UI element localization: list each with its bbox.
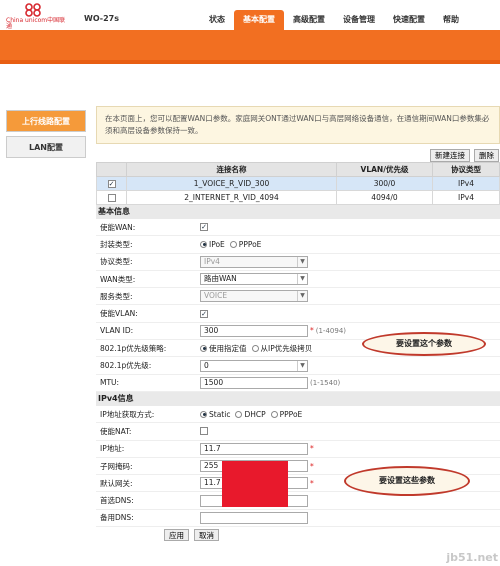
- tab-help[interactable]: 帮助: [434, 10, 468, 30]
- ip-mode-label: IP地址获取方式:: [100, 409, 155, 419]
- policy-specified-label: 使用指定值: [209, 343, 247, 353]
- connection-vlan: 4094/0: [336, 190, 433, 205]
- ip-mode-dhcp-label: DHCP: [244, 409, 266, 419]
- tab-device-management[interactable]: 设备管理: [334, 10, 384, 30]
- required-mark: *: [310, 461, 314, 471]
- sidebar: 上行线路配置 LAN配置: [0, 100, 92, 158]
- connection-protocol: IPv4: [432, 190, 500, 205]
- secondary-dns-label: 备用DNS:: [100, 513, 134, 523]
- table-header-row: 连接名称 VLAN/优先级 协议类型: [96, 162, 500, 177]
- ip-mode-static-label: Static: [209, 409, 231, 419]
- mtu-label: MTU:: [100, 378, 120, 388]
- col-vlan: VLAN/优先级: [336, 162, 433, 177]
- chevron-down-icon: ▼: [297, 360, 307, 371]
- service-type-select[interactable]: VOICE ▼: [200, 290, 308, 303]
- row-checkbox[interactable]: ✓: [107, 180, 116, 188]
- vlan-id-hint: (1-4094): [315, 326, 347, 335]
- table-row[interactable]: ✓ 1_VOICE_R_VID_300 300/0 IPv4: [96, 176, 500, 191]
- required-mark: *: [310, 444, 314, 454]
- ip-address-label: IP地址:: [100, 444, 125, 454]
- redaction-block: [222, 461, 288, 507]
- top-header: China unicom中国联通 WO-27s 状态 基本配置 高级配置 设备管…: [0, 0, 500, 30]
- encap-ipoe-label: IPoE: [209, 239, 225, 249]
- new-connection-button[interactable]: 新建连接: [430, 149, 470, 162]
- priority-label: 802.1p优先级:: [100, 361, 152, 371]
- ip-mode-dhcp-radio[interactable]: [235, 410, 243, 418]
- chevron-down-icon: ▼: [297, 291, 307, 302]
- connection-name: 1_VOICE_R_VID_300: [126, 176, 337, 191]
- unicom-knot-icon: [25, 3, 41, 17]
- enable-nat-label: 使能NAT:: [100, 426, 132, 436]
- main-nav: 状态 基本配置 高级配置 设备管理 快速配置 帮助: [200, 10, 468, 30]
- tab-quick-config[interactable]: 快速配置: [384, 10, 434, 30]
- col-protocol: 协议类型: [432, 162, 500, 177]
- subnet-mask-label: 子网掩码:: [100, 461, 133, 471]
- encap-ipoe-radio[interactable]: [200, 240, 207, 248]
- cancel-button[interactable]: 取消: [194, 529, 219, 542]
- protocol-select[interactable]: IPv4 ▼: [200, 255, 308, 268]
- row-checkbox[interactable]: [107, 194, 116, 202]
- connection-protocol: IPv4: [432, 176, 500, 191]
- encap-pppoe-label: PPPoE: [238, 239, 262, 249]
- vlan-id-label: VLAN ID:: [100, 326, 134, 336]
- priority-select[interactable]: 0 ▼: [200, 359, 308, 372]
- tab-advanced-config[interactable]: 高级配置: [284, 10, 334, 30]
- encap-pppoe-radio[interactable]: [229, 240, 237, 248]
- secondary-dns-input[interactable]: [200, 511, 308, 524]
- default-gateway-label: 默认网关:: [100, 478, 133, 488]
- ip-mode-pppoe-label: PPPoE: [279, 409, 303, 419]
- basic-info-heading: 基本信息: [96, 205, 500, 219]
- primary-dns-label: 首选DNS:: [100, 496, 134, 506]
- required-mark: *: [310, 326, 314, 336]
- wan-connection-table: 连接名称 VLAN/优先级 协议类型 ✓ 1_VOICE_R_VID_300 3…: [96, 162, 500, 205]
- service-type-label: 服务类型:: [100, 291, 133, 301]
- ip-mode-static-radio[interactable]: [200, 410, 207, 418]
- enable-vlan-checkbox[interactable]: ✓: [200, 309, 208, 318]
- mtu-input[interactable]: 1500: [200, 376, 308, 389]
- ip-address-input[interactable]: 11.7: [200, 442, 308, 455]
- tab-basic-config[interactable]: 基本配置: [234, 10, 284, 30]
- delete-button[interactable]: 删除: [474, 149, 499, 162]
- protocol-label: 协议类型:: [100, 257, 133, 267]
- priority-policy-label: 802.1p优先级策略:: [100, 343, 167, 353]
- policy-specified-radio[interactable]: [200, 344, 207, 352]
- enable-vlan-label: 使能VLAN:: [100, 309, 138, 319]
- encap-label: 封装类型:: [100, 239, 133, 249]
- ipv4-info-heading: IPv4信息: [96, 391, 500, 406]
- wan-type-select[interactable]: 路由WAN ▼: [200, 273, 308, 286]
- enable-nat-checkbox[interactable]: [200, 427, 208, 436]
- sidebar-item-uplink-config[interactable]: 上行线路配置: [6, 110, 86, 132]
- table-row[interactable]: 2_INTERNET_R_VID_4094 4094/0 IPv4: [96, 190, 500, 205]
- sidebar-item-lan-config[interactable]: LAN配置: [6, 136, 86, 158]
- unicom-logo: China unicom中国联通: [6, 2, 66, 30]
- col-select: [96, 162, 127, 177]
- device-model: WO-27s: [84, 14, 119, 23]
- tab-status[interactable]: 状态: [200, 10, 234, 30]
- required-mark: *: [310, 478, 314, 488]
- policy-copy-radio[interactable]: [251, 344, 259, 352]
- enable-wan-checkbox[interactable]: ✓: [200, 223, 208, 232]
- logo-text: China unicom中国联通: [6, 17, 66, 30]
- chevron-down-icon: ▼: [297, 274, 307, 285]
- annotation-callout-ip: 要设置这些参数: [344, 466, 470, 496]
- enable-wan-label: 使能WAN:: [100, 222, 136, 232]
- watermark: jb51.net: [446, 551, 498, 564]
- policy-copy-label: 从IP优先级拷贝: [260, 343, 313, 353]
- vlan-id-input[interactable]: 300: [200, 324, 308, 337]
- connection-vlan: 300/0: [336, 176, 433, 191]
- connection-name: 2_INTERNET_R_VID_4094: [126, 190, 337, 205]
- wan-toolbar: 新建连接 删除: [96, 144, 500, 162]
- header-banner: [0, 30, 500, 64]
- col-name: 连接名称: [126, 162, 337, 177]
- wan-type-label: WAN类型:: [100, 274, 136, 284]
- mtu-hint: (1-1540): [310, 378, 341, 387]
- ip-mode-pppoe-radio[interactable]: [270, 410, 278, 418]
- chevron-down-icon: ▼: [297, 256, 307, 267]
- page-description: 在本页面上，您可以配置WAN口参数。家庭网关ONT通过WAN口与高层网络设备通信…: [96, 106, 500, 144]
- form-actions: 应用 取消: [96, 527, 500, 542]
- annotation-callout-vlan: 要设置这个参数: [362, 332, 486, 356]
- apply-button[interactable]: 应用: [164, 529, 189, 542]
